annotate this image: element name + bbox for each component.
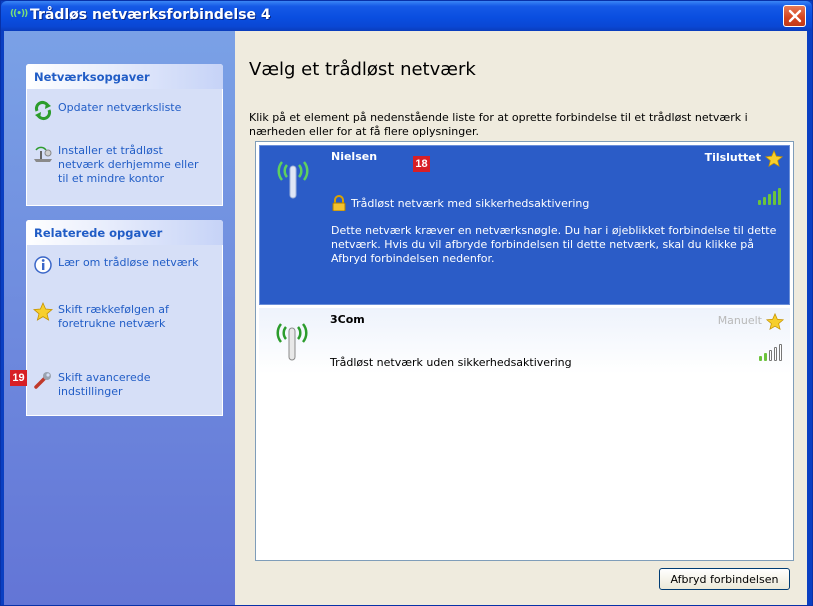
info-icon	[34, 256, 52, 274]
wireless-connection-window: ((•)) Trådløs netværksforbindelse 4 Netv…	[0, 0, 813, 606]
related-tasks-heading: Relaterede opgaver	[26, 220, 223, 245]
signal-strength-indicator	[759, 344, 782, 361]
signal-bar	[759, 356, 762, 361]
disconnect-button[interactable]: Afbryd forbindelsen	[659, 568, 790, 590]
signal-bar	[768, 194, 771, 205]
star-icon	[33, 301, 53, 321]
callout-badge-19: 19	[10, 370, 27, 386]
network-details: Dette netværk kræver en netværksnøgle. D…	[331, 224, 777, 265]
change-order-link[interactable]: Skift rækkefølgen af foretrukne netværk	[32, 301, 169, 331]
main-content: Vælg et trådløst netværk Klik på et elem…	[235, 31, 807, 605]
tools-icon	[34, 372, 51, 389]
network-item-3com[interactable]: 3Com Manuelt Trådløst netværk uden sikke…	[259, 308, 790, 374]
signal-bar	[769, 350, 772, 361]
close-icon	[788, 9, 802, 23]
window-title: Trådløs netværksforbindelse 4	[30, 7, 271, 23]
signal-bar	[773, 191, 776, 205]
network-tasks-heading: Netværksopgaver	[26, 64, 223, 89]
learn-wireless-link[interactable]: Lær om trådløse netværk	[32, 256, 199, 276]
signal-strength-indicator	[758, 188, 781, 205]
signal-bar	[764, 353, 767, 361]
network-name: 3Com	[330, 313, 365, 326]
title-bar[interactable]: ((•)) Trådløs netværksforbindelse 4	[1, 1, 812, 31]
learn-wireless-label: Lær om trådløse netværk	[58, 256, 199, 269]
network-item-nielsen[interactable]: Nielsen Tilsluttet Trådløst netværk med …	[259, 145, 790, 305]
wireless-setup-icon	[34, 146, 52, 162]
manual-status: Manuelt	[717, 314, 762, 327]
change-order-label: Skift rækkefølgen af foretrukne netværk	[58, 303, 169, 330]
signal-bar	[774, 347, 777, 361]
related-tasks-group: Relaterede opgaver Lær om trådløse netvæ…	[26, 220, 223, 416]
signal-bar	[763, 197, 766, 205]
install-wireless-network-label: Installer et trådløst netværk derhjemme …	[58, 144, 199, 185]
signal-bar	[779, 344, 782, 361]
preferred-star-icon	[764, 149, 784, 168]
install-wireless-network-link[interactable]: Installer et trådløst netværk derhjemme …	[32, 144, 199, 186]
page-description: Klik på et element på nedenstående liste…	[249, 111, 748, 138]
signal-bar	[778, 188, 781, 205]
wireless-antenna-icon	[277, 161, 309, 199]
network-tasks-group: Netværksopgaver Opdater netværksliste In…	[26, 64, 223, 206]
refresh-icon	[34, 100, 52, 121]
wireless-icon: ((•))	[10, 9, 28, 19]
page-title: Vælg et trådløst netværk	[249, 59, 476, 80]
network-list[interactable]: Nielsen Tilsluttet Trådløst netværk med …	[255, 141, 794, 561]
close-button[interactable]	[783, 5, 806, 27]
refresh-network-list-label: Opdater netværksliste	[58, 101, 182, 114]
lock-icon	[332, 195, 346, 211]
security-status: Trådløst netværk uden sikkerhedsaktiveri…	[330, 356, 572, 369]
network-name: Nielsen	[331, 150, 378, 163]
signal-bar	[758, 200, 761, 205]
task-pane: Netværksopgaver Opdater netværksliste In…	[4, 31, 235, 605]
connected-status: Tilsluttet	[704, 151, 761, 164]
security-status: Trådløst netværk med sikkerhedsaktiverin…	[351, 197, 590, 210]
preferred-star-icon	[765, 312, 785, 331]
advanced-settings-label: Skift avancerede indstillinger	[58, 371, 151, 398]
refresh-network-list-link[interactable]: Opdater netværksliste	[32, 100, 182, 121]
callout-badge-18: 18	[413, 156, 430, 172]
advanced-settings-link[interactable]: Skift avancerede indstillinger	[32, 371, 150, 399]
wireless-antenna-icon	[276, 323, 308, 361]
